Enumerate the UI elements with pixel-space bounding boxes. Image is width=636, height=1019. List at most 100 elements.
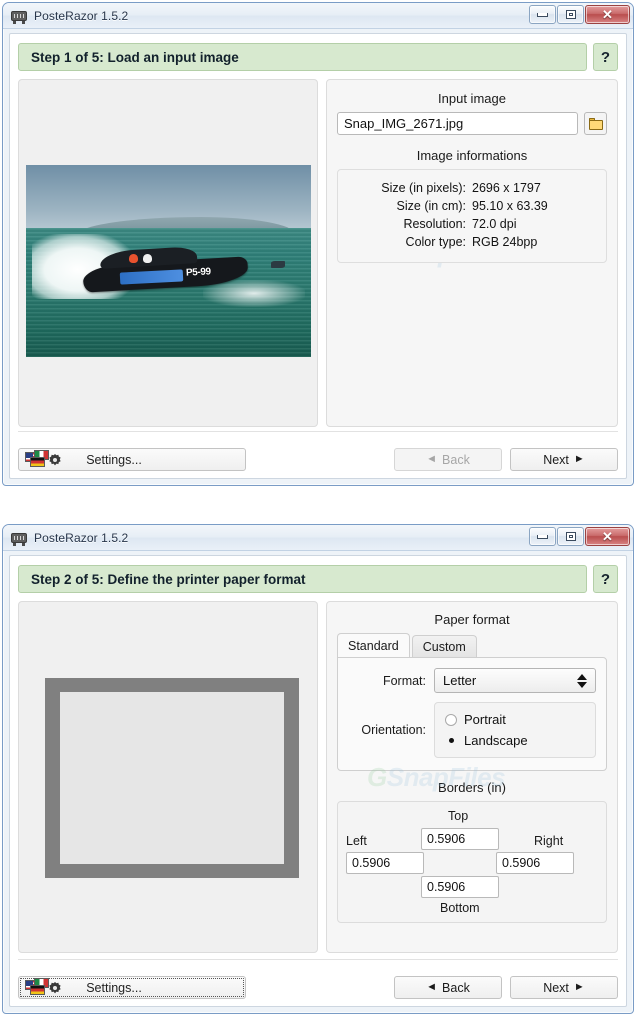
border-top-input[interactable]: 0.5906 [421, 828, 499, 850]
image-info-group-label: Image informations [416, 148, 528, 163]
info-key: Size (in cm): [396, 199, 466, 213]
printer-icon [10, 8, 28, 24]
info-key: Size (in pixels): [381, 181, 466, 195]
arrow-right-icon: ► [573, 453, 585, 465]
border-bottom-input[interactable]: 0.5906 [421, 876, 499, 898]
next-button-label: Next [543, 980, 569, 995]
footer-divider [18, 431, 618, 432]
title-bar[interactable]: PosteRazor 1.5.2 ✕ [3, 3, 633, 29]
banner-row: Step 2 of 5: Define the printer paper fo… [10, 556, 626, 593]
format-row: Format: Letter [348, 668, 596, 693]
window-controls: ✕ [528, 5, 630, 24]
footer-divider [18, 959, 618, 960]
step-banner: Step 1 of 5: Load an input image [18, 43, 587, 71]
preview-wake [202, 280, 306, 308]
client-area: Step 2 of 5: Define the printer paper fo… [9, 555, 627, 1007]
radio-portrait-icon [445, 713, 457, 726]
input-image-group-label: Input image [438, 91, 506, 106]
settings-button[interactable]: Settings... [18, 976, 246, 999]
flag-de-icon [30, 457, 45, 467]
tab-standard[interactable]: Standard [337, 633, 410, 657]
input-image-field[interactable]: Snap_IMG_2671.jpg [337, 112, 578, 135]
border-left-input[interactable]: 0.5906 [346, 852, 424, 874]
client-area: Step 1 of 5: Load an input image ? P5-99… [9, 33, 627, 479]
settings-button[interactable]: Settings... [18, 448, 246, 471]
image-info-row: Color type: RGB 24bpp [348, 233, 596, 251]
image-preview-panel: P5-99 [18, 79, 318, 427]
close-icon[interactable]: ✕ [585, 5, 630, 24]
paper-preview-panel [18, 601, 318, 953]
banner-row: Step 1 of 5: Load an input image ? [10, 34, 626, 71]
back-button[interactable]: ◄ Back [394, 976, 502, 999]
info-key: Color type: [405, 235, 466, 249]
border-bottom-label: Bottom [440, 901, 480, 915]
browse-button[interactable] [584, 112, 607, 135]
close-icon[interactable]: ✕ [585, 527, 630, 546]
orientation-radio-group: Portrait Landscape [434, 702, 596, 758]
footer-bar: Settings... ◄ Back Next ► [18, 448, 618, 471]
image-info-row: Size (in pixels): 2696 x 1797 [348, 179, 596, 197]
body-row: GSnapFiles Paper format Standard Custom … [10, 593, 626, 953]
arrow-right-icon: ► [573, 981, 585, 993]
orientation-label: Orientation: [361, 723, 426, 737]
preview-distant-boat [271, 261, 286, 268]
flag-de-icon [30, 985, 45, 995]
nav-buttons: ◄ Back Next ► [394, 976, 618, 999]
orientation-row: Orientation: Portrait Landscape [348, 702, 596, 758]
language-flags-icon [25, 450, 65, 468]
radio-landscape-label: Landscape [464, 733, 528, 748]
back-button-label: Back [442, 980, 470, 995]
info-value: 2696 x 1797 [472, 181, 541, 195]
borders-box: Top 0.5906 Left 0.5906 Right 0.5906 0.59… [337, 801, 607, 923]
title-bar[interactable]: PosteRazor 1.5.2 ✕ [3, 525, 633, 551]
nav-buttons: ◄ Back Next ► [394, 448, 618, 471]
posterazor-window-step1: PosteRazor 1.5.2 ✕ Step 1 of 5: Load an … [2, 2, 634, 486]
format-select[interactable]: Letter [434, 668, 596, 693]
image-info-row: Size (in cm): 95.10 x 63.39 [348, 197, 596, 215]
preview-boat-number: P5-99 [185, 266, 211, 279]
maximize-icon[interactable] [557, 5, 584, 24]
info-value: 72.0 dpi [472, 217, 517, 231]
arrow-left-icon: ◄ [426, 981, 438, 993]
paper-format-tabs: Standard Custom [337, 633, 607, 657]
format-label: Format: [382, 673, 426, 688]
paper-preview [45, 678, 299, 878]
image-info-row: Resolution: 72.0 dpi [348, 215, 596, 233]
tab-custom[interactable]: Custom [411, 635, 477, 657]
body-row: P5-99 GSnapFiles Input image Snap_IMG_26… [10, 71, 626, 427]
paper-format-panel: GSnapFiles Paper format Standard Custom … [326, 601, 618, 953]
info-value: 95.10 x 63.39 [472, 199, 548, 213]
window-title: PosteRazor 1.5.2 [34, 530, 129, 545]
back-button-label: Back [442, 452, 470, 467]
printer-icon [10, 530, 28, 546]
language-flags-icon [25, 978, 65, 996]
minimize-icon[interactable] [529, 5, 556, 24]
back-button[interactable]: ◄ Back [394, 448, 502, 471]
gear-icon [47, 980, 63, 996]
window-controls: ✕ [528, 527, 630, 546]
next-button[interactable]: Next ► [510, 976, 618, 999]
radio-landscape-icon [445, 735, 457, 747]
help-button[interactable]: ? [593, 43, 618, 71]
image-info-box: Size (in pixels): 2696 x 1797 Size (in c… [337, 169, 607, 263]
border-left-label: Left [346, 834, 367, 848]
border-right-label: Right [534, 834, 564, 848]
radio-landscape[interactable]: Landscape [445, 730, 585, 751]
paper-format-group-label: Paper format [434, 612, 510, 627]
input-settings-panel: GSnapFiles Input image Snap_IMG_2671.jpg… [326, 79, 618, 427]
window-title: PosteRazor 1.5.2 [34, 8, 129, 23]
format-select-value: Letter [443, 673, 477, 688]
border-right-input[interactable]: 0.5906 [496, 852, 574, 874]
borders-group-label: Borders (in) [438, 780, 506, 795]
next-button[interactable]: Next ► [510, 448, 618, 471]
radio-portrait[interactable]: Portrait [445, 709, 585, 730]
minimize-icon[interactable] [529, 527, 556, 546]
preview-driver-helmet-red [128, 254, 138, 263]
input-image-row: Snap_IMG_2671.jpg [337, 112, 607, 135]
maximize-icon[interactable] [557, 527, 584, 546]
arrow-left-icon: ◄ [426, 453, 438, 465]
info-value: RGB 24bpp [472, 235, 538, 249]
radio-portrait-label: Portrait [464, 712, 506, 727]
next-button-label: Next [543, 452, 569, 467]
help-button[interactable]: ? [593, 565, 618, 593]
